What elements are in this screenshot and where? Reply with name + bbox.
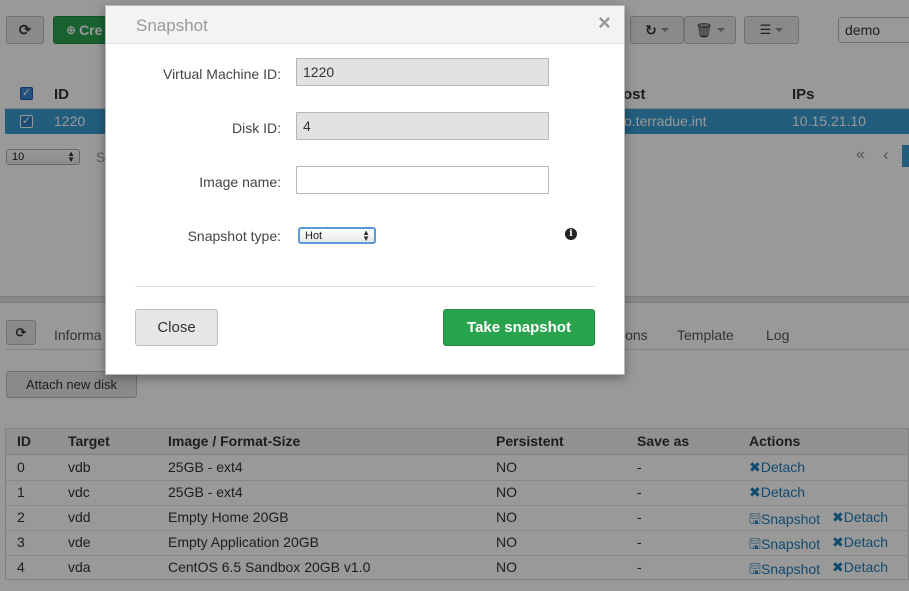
dialog-title: Snapshot xyxy=(136,16,208,35)
close-x-icon[interactable]: × xyxy=(598,10,611,36)
snapshot-type-value: Hot xyxy=(305,229,323,242)
take-snapshot-label: Take snapshot xyxy=(467,319,571,336)
disk-id-value: 4 xyxy=(303,118,311,134)
image-name-input[interactable] xyxy=(296,166,549,194)
vm-id-field[interactable]: 1220 xyxy=(296,58,549,86)
vm-id-value: 1220 xyxy=(303,64,335,80)
image-name-label: Image name: xyxy=(199,174,281,190)
dialog-footer-divider xyxy=(135,286,595,287)
close-button[interactable]: Close xyxy=(135,309,218,346)
close-button-label: Close xyxy=(157,319,196,336)
vm-id-label: Virtual Machine ID: xyxy=(162,66,281,82)
info-icon[interactable]: i xyxy=(565,228,577,240)
snapshot-type-label: Snapshot type: xyxy=(187,228,281,244)
snapshot-dialog: Snapshot × Virtual Machine ID: 1220 Disk… xyxy=(105,5,625,375)
dialog-header: Snapshot × xyxy=(106,6,624,44)
updown-arrows-icon: ▲ ▼ xyxy=(362,228,370,243)
disk-id-field[interactable]: 4 xyxy=(296,112,549,140)
snapshot-type-select[interactable]: Hot ▲ ▼ xyxy=(298,227,376,244)
disk-id-label: Disk ID: xyxy=(232,120,281,136)
take-snapshot-button[interactable]: Take snapshot xyxy=(443,309,595,346)
